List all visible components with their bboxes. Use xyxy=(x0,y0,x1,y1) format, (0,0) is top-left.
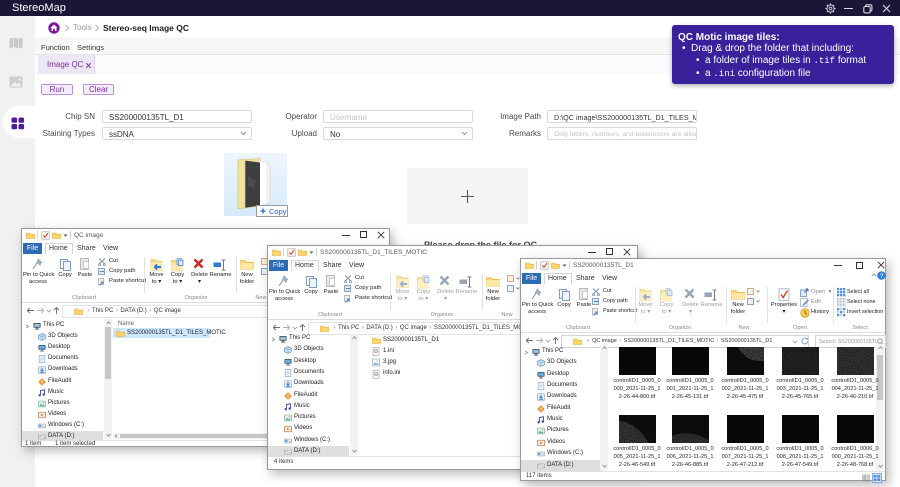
svg-text:?: ? xyxy=(880,273,884,280)
